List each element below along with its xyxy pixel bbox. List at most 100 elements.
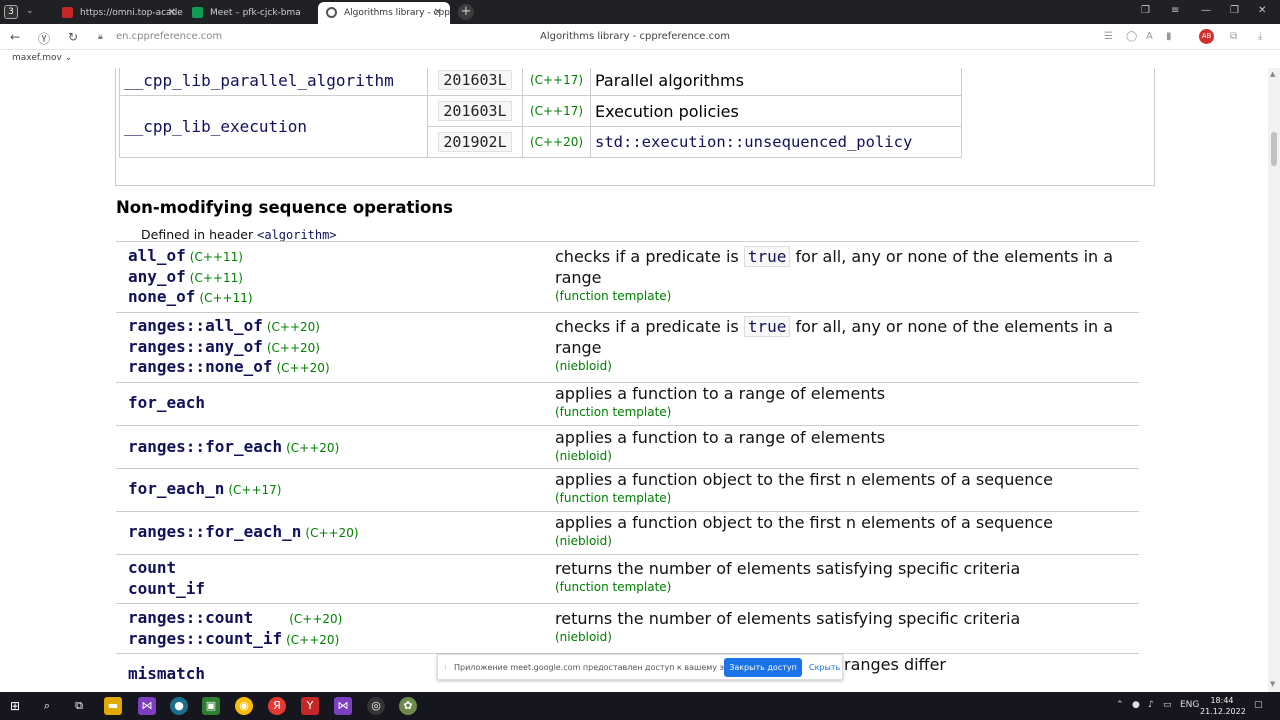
store-icon[interactable]: ▣ xyxy=(202,697,220,715)
visual-studio-icon[interactable]: ⋈ xyxy=(138,697,156,715)
globe-favicon-icon xyxy=(326,7,337,18)
profile-avatar[interactable]: AB xyxy=(1199,29,1214,44)
close-window-icon[interactable]: ✕ xyxy=(1258,5,1266,16)
file-explorer-icon[interactable]: ▬ xyxy=(104,697,122,715)
op-description: applies a function object to the first n… xyxy=(555,513,1053,548)
macro-cell: __cpp_lib_execution xyxy=(119,95,428,158)
yandex-browser-icon[interactable]: Y xyxy=(301,697,319,715)
meet-favicon-icon xyxy=(192,7,203,18)
browser-tab-strip: 3 ⌄ https://omni.top-acade ✕ Meet – pfk-… xyxy=(0,0,1280,24)
volume-icon[interactable]: ♪ xyxy=(1148,700,1154,710)
op-row: for_each applies a function to a range o… xyxy=(116,383,1139,425)
app-icon[interactable]: ✿ xyxy=(399,697,417,715)
search-icon[interactable]: ⌕ xyxy=(38,697,56,715)
op-row: ranges::count (C++20) ranges::count_if (C+… xyxy=(116,608,1139,652)
scroll-up-icon[interactable]: ▲ xyxy=(1270,70,1275,78)
new-tab-button[interactable]: + xyxy=(458,4,474,20)
desc-cell[interactable]: std::execution::unsequenced_policy xyxy=(590,126,962,158)
divider xyxy=(116,312,1139,313)
op-link[interactable]: all_of (C++11) xyxy=(128,246,253,267)
visual-studio-2-icon[interactable]: ⋈ xyxy=(334,697,352,715)
windows-start-icon[interactable]: ⊞ xyxy=(6,697,24,715)
language-indicator[interactable]: ENG xyxy=(1180,700,1199,710)
page-content: __cpp_lib_parallel_algorithm 201603L (C+… xyxy=(0,68,1268,692)
op-link[interactable]: count_if xyxy=(128,579,209,600)
scroll-down-icon[interactable]: ▼ xyxy=(1270,680,1275,688)
reader-icon[interactable]: ☰ xyxy=(1104,31,1113,42)
address-bar-row: ← Ⓨ ↻ 🔒︎ en.cppreference.com Algorithms … xyxy=(0,24,1280,50)
bookmark-item[interactable]: maxef.mov ⌄ xyxy=(12,53,72,63)
page-scrollbar[interactable]: ▲ ▼ xyxy=(1268,68,1280,692)
tab-cppreference[interactable]: Algorithms library - cpp ✕ xyxy=(318,2,450,24)
tab-title: Meet – pfk-cjck-bma xyxy=(210,8,301,18)
divider xyxy=(116,554,1139,555)
op-description: applies a function to a range of element… xyxy=(555,384,886,419)
table-row: __cpp_lib_execution 201603L (C++17) Exec… xyxy=(119,95,962,158)
defined-in-header: Defined in header <algorithm> xyxy=(141,227,337,242)
yandex-icon[interactable]: Я xyxy=(268,697,286,715)
std-cell: (C++20) xyxy=(522,126,591,158)
chrome-icon[interactable]: ◉ xyxy=(235,697,253,715)
value-cell: 201902L xyxy=(427,126,523,158)
op-link[interactable]: ranges::count_if (C++20) xyxy=(128,629,342,650)
drag-handle-icon[interactable]: ⁞ xyxy=(444,663,447,672)
op-link[interactable]: ranges::for_each (C++20) xyxy=(128,437,339,458)
obs-icon[interactable]: ◎ xyxy=(367,697,385,715)
tab-meet[interactable]: Meet – pfk-cjck-bma xyxy=(184,2,316,24)
op-link[interactable]: any_of (C++11) xyxy=(128,267,253,288)
tab-list-chevron-icon[interactable]: ⌄ xyxy=(26,6,34,16)
std-cell: (C++17) xyxy=(522,68,591,96)
op-description: returns the number of elements satisfyin… xyxy=(555,609,1021,644)
download-icon[interactable]: ⤓ xyxy=(1258,31,1262,42)
op-link[interactable]: ranges::count (C++20) xyxy=(128,608,342,629)
op-description: applies a function to a range of element… xyxy=(555,428,886,463)
op-link[interactable]: mismatch xyxy=(128,664,205,685)
op-link[interactable]: ranges::all_of (C++20) xyxy=(128,316,330,337)
op-link[interactable]: for_each xyxy=(128,393,209,414)
close-tab-icon[interactable]: ✕ xyxy=(168,2,176,24)
op-row: count count_if returns the number of ele… xyxy=(116,558,1139,602)
app-icon[interactable]: ● xyxy=(170,697,188,715)
bookmark-icon[interactable]: ▮ xyxy=(1166,31,1172,42)
op-description: returns the number of elements satisfyin… xyxy=(555,559,1021,594)
clock[interactable]: 18:44 21.12.2022 xyxy=(1200,695,1246,717)
value-cell: 201603L xyxy=(427,95,523,127)
stop-sharing-button[interactable]: Закрыть доступ xyxy=(724,658,802,677)
op-link[interactable]: ranges::for_each_n (C++20) xyxy=(128,522,359,543)
divider xyxy=(116,425,1139,426)
maximize-icon[interactable]: ❐ xyxy=(1230,5,1239,16)
menu-icon[interactable]: ≡ xyxy=(1171,5,1179,16)
notifications-icon[interactable]: ▢ xyxy=(1254,700,1263,710)
op-row: ranges::for_each_n (C++20) applies a func… xyxy=(116,512,1139,554)
section-heading: Non-modifying sequence operations xyxy=(116,198,453,217)
feature-test-table: __cpp_lib_parallel_algorithm 201603L (C+… xyxy=(119,68,962,158)
op-row: all_of (C++11) any_of (C++11) none_of (C++1… xyxy=(116,246,1139,312)
op-link[interactable]: for_each_n (C++17) xyxy=(128,479,281,500)
op-link[interactable]: ranges::any_of (C++20) xyxy=(128,337,330,358)
op-link[interactable]: ranges::none_of (C++20) xyxy=(128,357,330,378)
op-row: for_each_n (C++17) applies a function obj… xyxy=(116,469,1139,511)
desc-cell: Execution policies xyxy=(590,95,962,127)
translate-icon[interactable]: A xyxy=(1146,31,1153,42)
hide-banner-link[interactable]: Скрыть xyxy=(809,663,840,672)
op-link[interactable]: none_of (C++11) xyxy=(128,287,253,308)
macro-cell: __cpp_lib_parallel_algorithm xyxy=(119,68,428,96)
header-link[interactable]: <algorithm> xyxy=(257,228,336,242)
task-view-icon[interactable]: ⧉ xyxy=(70,697,88,715)
tab-count-badge[interactable]: 3 xyxy=(4,5,18,19)
screen-share-banner: ⁞ Приложение meet.google.com предоставле… xyxy=(437,654,843,680)
minimize-icon[interactable]: — xyxy=(1201,5,1211,16)
op-row: ranges::for_each (C++20) applies a functi… xyxy=(116,427,1139,468)
network-icon[interactable]: ▭ xyxy=(1163,700,1172,710)
tray-chevron-icon[interactable]: ⌃ xyxy=(1116,700,1124,710)
op-link[interactable]: count xyxy=(128,558,209,579)
extensions-icon[interactable]: ⧉ xyxy=(1230,31,1237,42)
chat-icon[interactable]: ◯ xyxy=(1126,31,1137,42)
bookmarks-panel-icon[interactable]: ❐ xyxy=(1141,5,1150,16)
scrollbar-thumb[interactable] xyxy=(1271,132,1277,166)
divider xyxy=(116,603,1139,604)
close-tab-icon[interactable]: ✕ xyxy=(434,2,442,24)
tab-omni[interactable]: https://omni.top-acade ✕ xyxy=(54,2,184,24)
microphone-icon[interactable]: ● xyxy=(1132,700,1140,710)
op-description: checks if a predicate is true for all, a… xyxy=(555,316,1114,373)
